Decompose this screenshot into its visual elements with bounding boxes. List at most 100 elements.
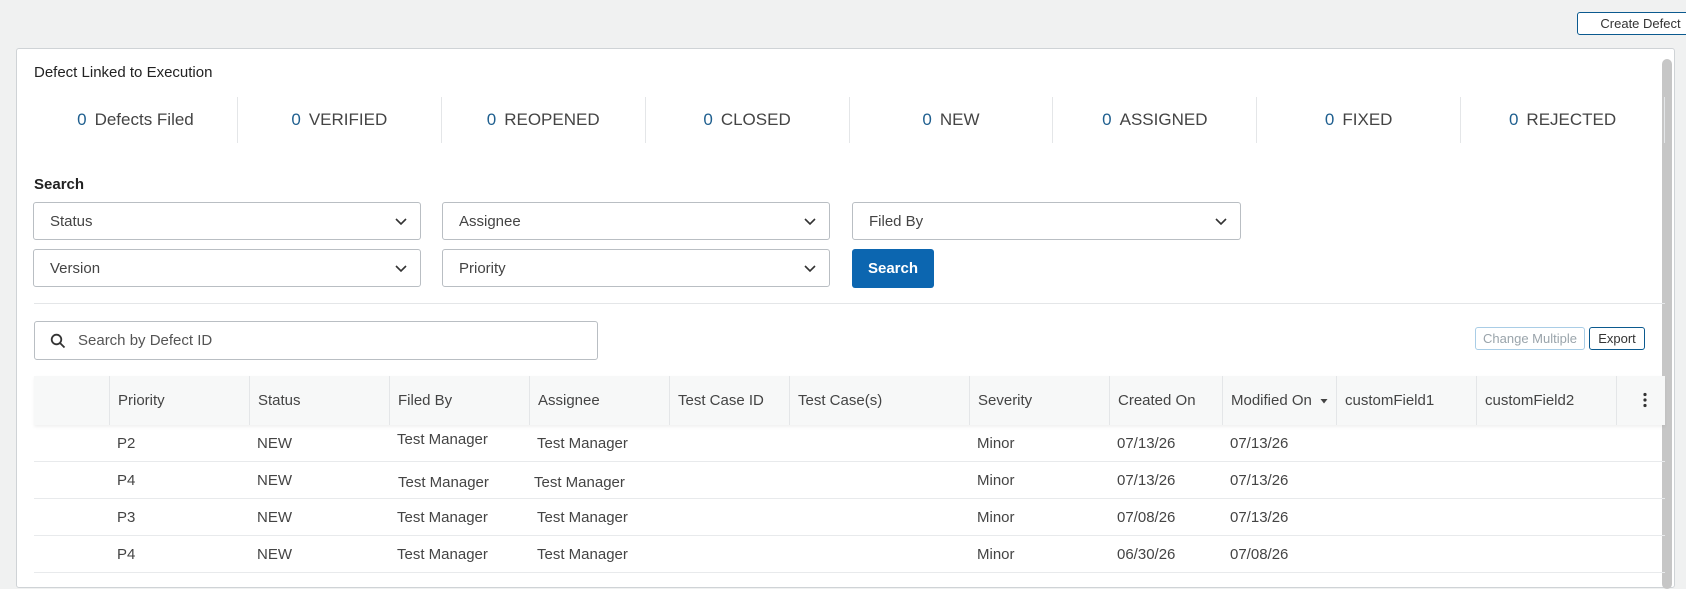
assignee-select[interactable]: Assignee — [442, 202, 830, 240]
cell-severity: Minor — [977, 545, 1015, 563]
stat-assigned: 0 ASSIGNED — [1053, 97, 1258, 143]
cell-filed-by: Test Manager — [398, 473, 489, 491]
stat-label: REJECTED — [1526, 110, 1617, 129]
column-header-created-on[interactable]: Created On — [1109, 376, 1222, 425]
cell-filed-by: Test Manager — [397, 545, 488, 563]
version-select-label: Version — [50, 259, 101, 277]
priority-select[interactable]: Priority — [442, 249, 830, 287]
stat-label: ASSIGNED — [1119, 110, 1208, 129]
defect-id-search-input[interactable]: Search by Defect ID — [34, 321, 598, 360]
column-header-label: customField2 — [1485, 392, 1575, 409]
search-section-label: Search — [34, 176, 85, 193]
stat-closed: 0 CLOSED — [646, 97, 850, 143]
cell-assignee: Test Manager — [537, 545, 628, 563]
change-multiple-button[interactable]: Change Multiple — [1475, 327, 1585, 350]
stat-label: NEW — [939, 110, 980, 129]
stat-count: 0 — [486, 110, 497, 129]
assignee-select-label: Assignee — [459, 212, 521, 230]
stat-reopened: 0 REOPENED — [442, 97, 646, 143]
cell-created-on: 07/13/26 — [1117, 471, 1176, 489]
cell-created-on: 07/08/26 — [1117, 508, 1176, 526]
cell-status: NEW — [257, 545, 292, 563]
stat-count: 0 — [77, 110, 87, 129]
column-header-label: Modified On — [1231, 392, 1312, 409]
stats-bar: 0 Defects Filed 0 VERIFIED 0 REOPENED 0 CLOS… — [34, 97, 1665, 143]
column-header-label: Severity — [978, 392, 1033, 409]
column-header-filed-by[interactable]: Filed By — [389, 376, 529, 425]
search-icon — [50, 333, 66, 348]
cell-priority: P2 — [117, 434, 136, 452]
column-header-status[interactable]: Status — [249, 376, 389, 425]
stat-count: 0 — [291, 110, 301, 129]
column-header-customfield1[interactable]: customField1 — [1336, 376, 1476, 425]
search-button[interactable]: Search — [852, 249, 934, 288]
column-header-label: Created On — [1118, 392, 1196, 409]
cell-assignee: Test Manager — [534, 473, 625, 491]
stat-label: Defects Filed — [94, 110, 194, 129]
chevron-down-icon — [804, 265, 816, 273]
stat-count: 0 — [1324, 110, 1335, 129]
cell-modified-on: 07/13/26 — [1230, 434, 1289, 452]
column-header-label: Test Case(s) — [798, 392, 883, 409]
table-row[interactable]: P2 NEW Test Manager Test Manager Minor 0… — [34, 425, 1665, 462]
table-row[interactable]: P4 NEW Test Manager Test Manager Minor 0… — [34, 536, 1665, 573]
cell-priority: P3 — [117, 508, 136, 526]
column-header-select — [34, 376, 109, 425]
column-header-customfield2[interactable]: customField2 — [1476, 376, 1616, 425]
column-header-label: Assignee — [538, 392, 600, 409]
chevron-down-icon — [395, 218, 407, 226]
filed-by-select[interactable]: Filed By — [852, 202, 1241, 240]
column-options[interactable] — [1616, 376, 1665, 425]
cell-severity: Minor — [977, 508, 1015, 526]
status-select[interactable]: Status — [33, 202, 421, 240]
cell-status: NEW — [257, 434, 292, 452]
cell-filed-by: Test Manager — [397, 508, 488, 526]
stat-label: FIXED — [1342, 110, 1393, 129]
defect-panel: Defect Linked to Execution 0 Defects File… — [16, 48, 1675, 589]
section-divider — [34, 303, 1665, 304]
status-select-label: Status — [50, 212, 93, 230]
sort-down-icon[interactable] — [1320, 397, 1328, 405]
cell-assignee: Test Manager — [537, 434, 628, 452]
cell-assignee: Test Manager — [537, 508, 628, 526]
cell-status: NEW — [257, 508, 292, 526]
column-header-label: Test Case ID — [678, 392, 764, 409]
table-row[interactable]: P3 NEW Test Manager Test Manager Minor 0… — [34, 499, 1665, 536]
column-header-test-case-id[interactable]: Test Case ID — [669, 376, 789, 425]
more-options-icon[interactable] — [1643, 392, 1647, 408]
stat-new: 0 NEW — [850, 97, 1054, 143]
cell-created-on: 07/13/26 — [1117, 434, 1176, 452]
cell-status: NEW — [257, 471, 292, 489]
column-header-label: Status — [258, 392, 301, 409]
export-button[interactable]: Export — [1589, 327, 1645, 350]
cell-modified-on: 07/13/26 — [1230, 471, 1289, 489]
column-header-priority[interactable]: Priority — [109, 376, 249, 425]
column-header-label: Priority — [118, 392, 165, 409]
chevron-down-icon — [1215, 218, 1227, 226]
defects-table: Priority Status Filed By Assignee Test C… — [34, 376, 1665, 573]
cell-severity: Minor — [977, 471, 1015, 489]
stat-label: REOPENED — [504, 110, 600, 129]
stat-defects-filed: 0 Defects Filed — [34, 97, 238, 143]
version-select[interactable]: Version — [33, 249, 421, 287]
create-defect-button[interactable]: Create Defect — [1577, 12, 1686, 35]
stat-count: 0 — [1508, 110, 1519, 129]
column-header-modified-on[interactable]: Modified On — [1222, 376, 1336, 425]
filed-by-select-label: Filed By — [869, 212, 924, 230]
stat-count: 0 — [1102, 110, 1112, 129]
panel-title: Defect Linked to Execution — [34, 64, 213, 81]
column-header-label: customField1 — [1345, 392, 1435, 409]
cell-priority: P4 — [117, 471, 136, 489]
stat-fixed: 0 FIXED — [1257, 97, 1462, 143]
table-row[interactable]: P4 NEW Test Manager Test Manager Minor 0… — [34, 462, 1665, 499]
cell-severity: Minor — [977, 434, 1015, 452]
column-header-severity[interactable]: Severity — [969, 376, 1109, 425]
column-header-assignee[interactable]: Assignee — [529, 376, 669, 425]
table-header: Priority Status Filed By Assignee Test C… — [34, 376, 1665, 425]
cell-filed-by: Test Manager — [397, 430, 488, 448]
cell-created-on: 06/30/26 — [1117, 545, 1176, 563]
column-header-test-cases[interactable]: Test Case(s) — [789, 376, 969, 425]
stat-count: 0 — [922, 110, 932, 129]
defect-id-search-placeholder: Search by Defect ID — [78, 332, 213, 349]
stat-count: 0 — [703, 110, 713, 129]
